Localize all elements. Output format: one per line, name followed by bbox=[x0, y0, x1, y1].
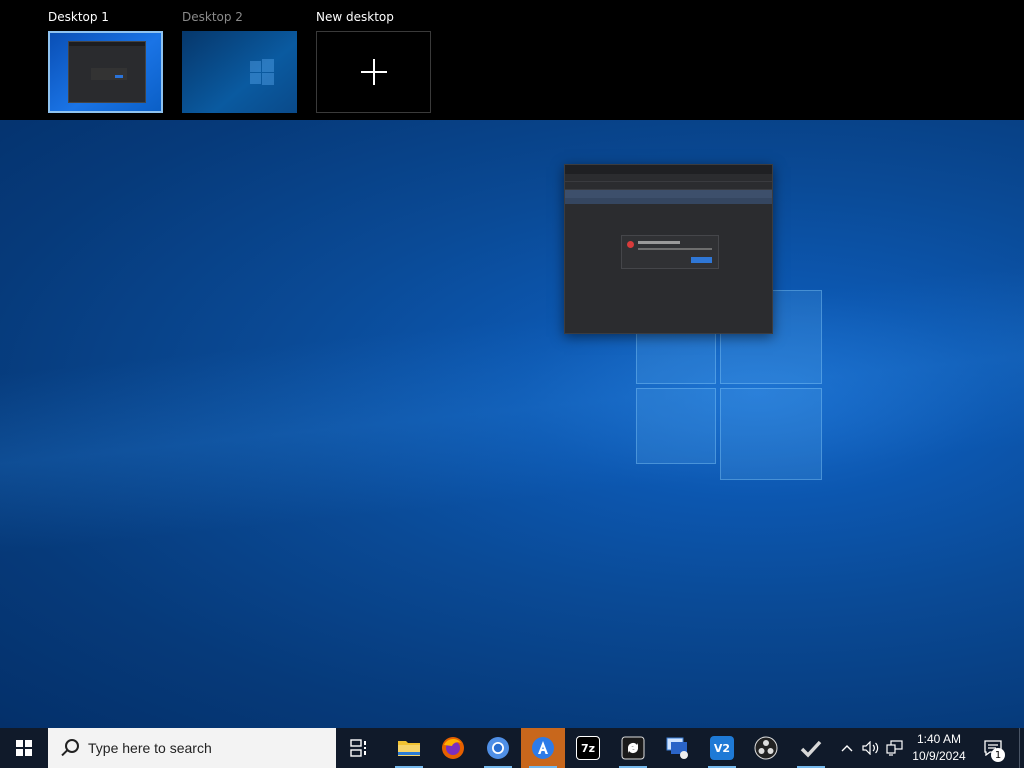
show-desktop-button[interactable] bbox=[1019, 728, 1024, 768]
search-placeholder: Type here to search bbox=[88, 740, 212, 756]
firefox-button[interactable] bbox=[431, 728, 475, 768]
chevron-up-icon bbox=[841, 745, 853, 752]
desktop-1-thumbnail[interactable] bbox=[48, 31, 163, 113]
folder-icon bbox=[398, 741, 420, 756]
obs-icon bbox=[754, 736, 778, 760]
task-view-icon bbox=[350, 739, 366, 757]
checkmark-icon bbox=[800, 740, 822, 758]
volume-icon bbox=[862, 741, 879, 755]
action-center-button[interactable]: 1 bbox=[978, 728, 1008, 768]
clock-time: 1:40 AM bbox=[916, 732, 962, 746]
list-header bbox=[565, 182, 772, 190]
chromium-button[interactable] bbox=[476, 728, 520, 768]
desktop-2-thumbnail[interactable] bbox=[182, 31, 297, 113]
desktop-2-label: Desktop 2 bbox=[182, 10, 243, 24]
notification-badge: 1 bbox=[991, 748, 1005, 762]
search-icon bbox=[60, 739, 79, 757]
store-app-button[interactable] bbox=[521, 728, 565, 768]
show-hidden-icons-button[interactable] bbox=[838, 728, 856, 768]
error-dialog bbox=[621, 235, 719, 269]
search-box[interactable]: Type here to search bbox=[48, 728, 336, 768]
desktop-background bbox=[0, 120, 1024, 728]
new-desktop-button[interactable] bbox=[316, 31, 431, 113]
7zip-icon: 7z bbox=[576, 736, 600, 760]
task-view-button[interactable] bbox=[340, 728, 380, 768]
file-explorer-button[interactable] bbox=[387, 728, 431, 768]
sync-icon bbox=[621, 736, 645, 760]
vscode-icon: V2 bbox=[710, 736, 734, 760]
7zip-button[interactable]: 7z bbox=[566, 728, 610, 768]
windows-logo-ghost bbox=[250, 59, 274, 85]
window-titlebar bbox=[565, 165, 772, 174]
error-icon bbox=[627, 241, 634, 248]
remote-desktop-button[interactable] bbox=[656, 728, 700, 768]
firefox-icon bbox=[442, 737, 464, 759]
vscode-button[interactable]: V2 bbox=[700, 728, 744, 768]
network-button[interactable] bbox=[884, 728, 906, 768]
app-window-preview[interactable] bbox=[564, 164, 773, 334]
window-toolbar bbox=[565, 174, 772, 182]
desktop-1-label: Desktop 1 bbox=[48, 10, 109, 24]
new-desktop-label: New desktop bbox=[316, 10, 394, 24]
plus-icon bbox=[360, 59, 387, 85]
ok-button bbox=[691, 257, 712, 263]
tasks-button[interactable] bbox=[789, 728, 833, 768]
list-item-detail bbox=[565, 198, 772, 204]
network-icon bbox=[886, 740, 903, 756]
store-icon bbox=[532, 737, 554, 759]
sync-app-button[interactable] bbox=[611, 728, 655, 768]
chromium-icon bbox=[487, 737, 509, 759]
volume-button[interactable] bbox=[860, 728, 882, 768]
taskbar: Type here to search 7z V2 1:40 AM 10/9/2… bbox=[0, 728, 1024, 768]
windows-icon bbox=[16, 740, 32, 756]
remote-desktop-icon bbox=[666, 737, 688, 759]
obs-button[interactable] bbox=[744, 728, 788, 768]
clock[interactable]: 1:40 AM 10/9/2024 bbox=[906, 731, 972, 765]
clock-date: 10/9/2024 bbox=[912, 749, 966, 763]
mini-window-preview bbox=[68, 41, 146, 103]
start-button[interactable] bbox=[0, 728, 48, 768]
task-view-strip: Desktop 1 Desktop 2 New desktop bbox=[0, 0, 1024, 120]
list-item bbox=[565, 190, 772, 198]
